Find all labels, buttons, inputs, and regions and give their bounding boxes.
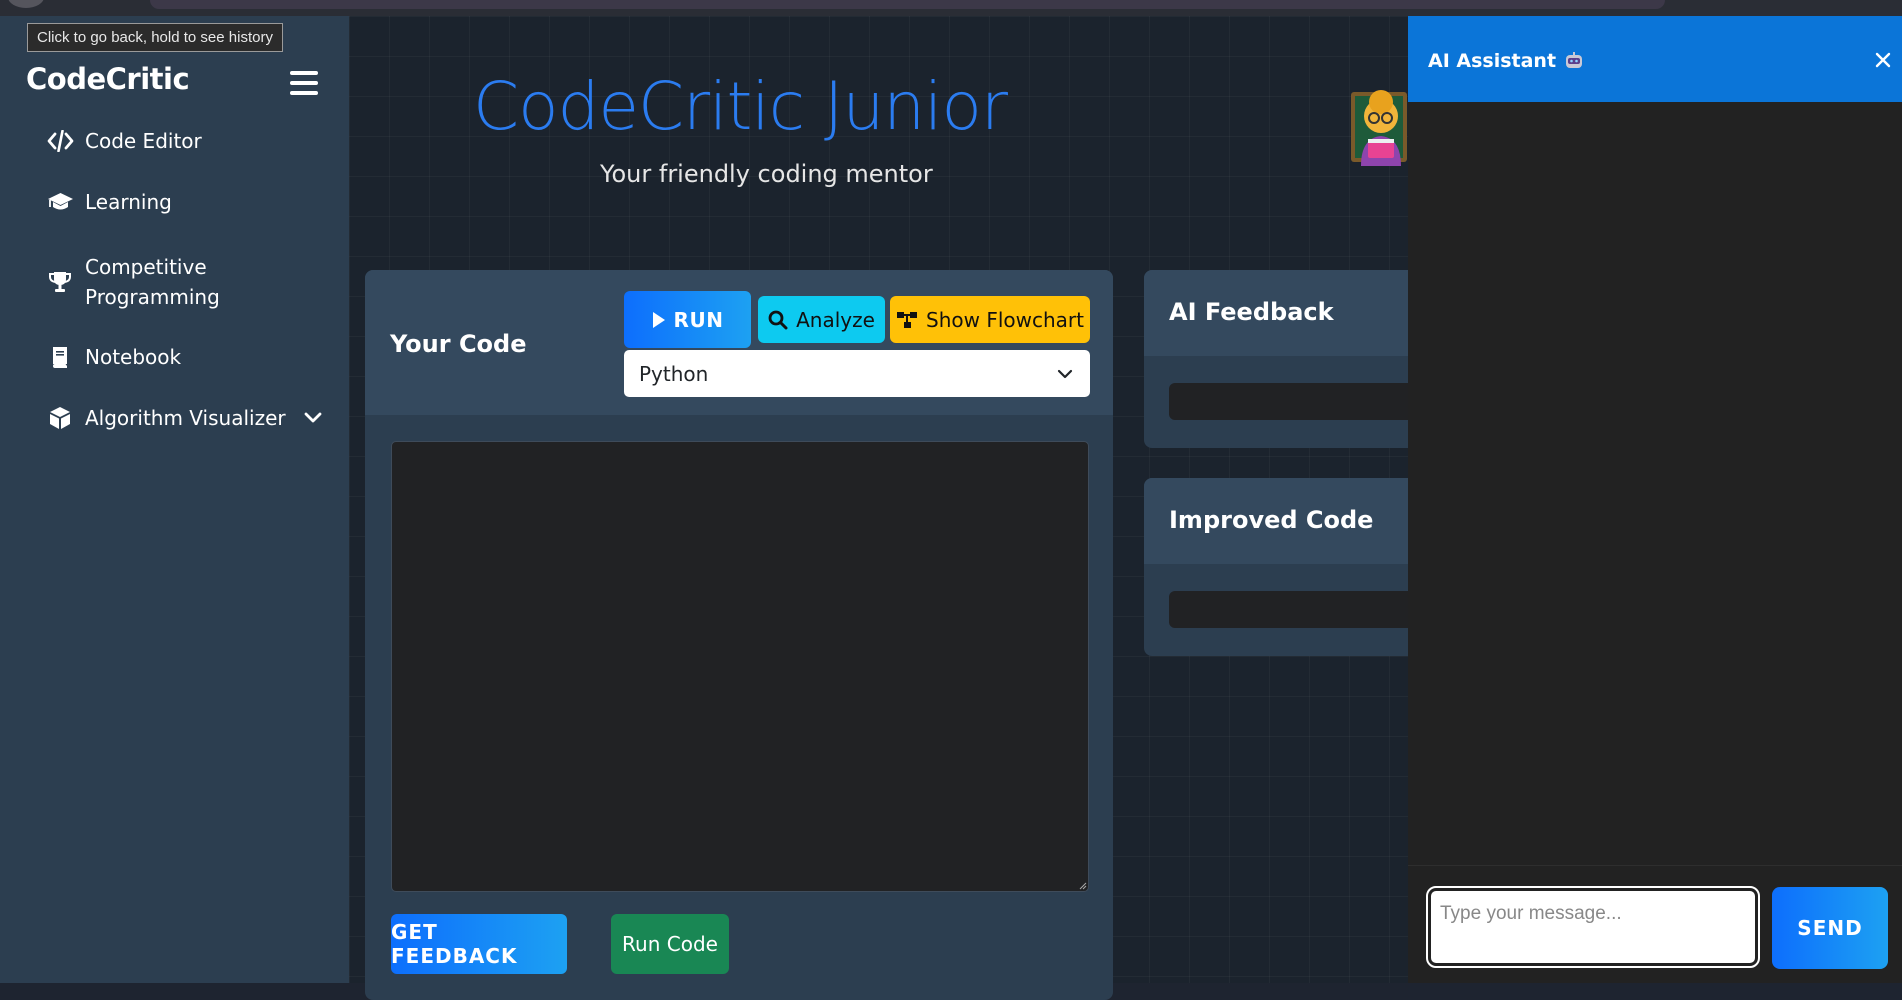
run-code-button[interactable]: Run Code xyxy=(611,914,729,974)
chevron-down-icon xyxy=(1057,369,1073,378)
analyze-button[interactable]: Analyze xyxy=(758,296,885,343)
improved-code-title: Improved Code xyxy=(1169,506,1374,534)
ai-feedback-card: AI Feedback xyxy=(1144,270,1444,448)
sidebar-item-label: Notebook xyxy=(85,345,182,369)
chat-messages xyxy=(1408,102,1902,865)
browser-address-bar[interactable] xyxy=(150,0,1665,9)
sidebar-item-label: Learning xyxy=(85,190,172,214)
ai-assistant-title-text: AI Assistant xyxy=(1428,50,1557,72)
browser-toolbar xyxy=(0,0,1902,16)
sidebar-item-code-editor[interactable]: Code Editor xyxy=(46,126,202,156)
code-textarea[interactable] xyxy=(391,441,1089,892)
trophy-icon xyxy=(46,270,74,294)
language-select[interactable]: Python xyxy=(624,350,1090,397)
page-subtitle: Your friendly coding mentor xyxy=(600,160,933,188)
graduation-cap-icon xyxy=(46,192,74,212)
sitemap-icon xyxy=(897,311,918,328)
ai-feedback-header: AI Feedback xyxy=(1144,270,1444,356)
improved-code-card: Improved Code xyxy=(1144,478,1444,656)
sidebar-item-label: Code Editor xyxy=(85,129,202,153)
chat-input-bar: SEND xyxy=(1408,865,1902,984)
ai-feedback-output xyxy=(1169,383,1444,420)
browser-back-button[interactable] xyxy=(8,0,44,8)
analyze-button-label: Analyze xyxy=(796,307,875,332)
run-button-label: RUN xyxy=(673,307,724,332)
sidebar-item-algorithm-visualizer[interactable]: Algorithm Visualizer xyxy=(46,403,322,433)
back-button-tooltip: Click to go back, hold to see history xyxy=(27,23,283,52)
ai-assistant-title: AI Assistant xyxy=(1428,50,1584,72)
ai-feedback-title: AI Feedback xyxy=(1169,298,1334,326)
brand-logo[interactable]: CodeCritic xyxy=(26,62,190,96)
show-flowchart-label: Show Flowchart xyxy=(926,307,1084,332)
chat-message-input[interactable] xyxy=(1426,886,1760,968)
chevron-down-icon[interactable] xyxy=(304,412,322,424)
code-editor-title: Your Code xyxy=(390,330,527,358)
robot-icon xyxy=(1566,52,1583,68)
search-icon xyxy=(768,310,788,329)
play-icon xyxy=(652,311,665,328)
show-flowchart-button[interactable]: Show Flowchart xyxy=(890,296,1090,343)
run-button[interactable]: RUN xyxy=(624,291,751,348)
sidebar-item-label: Algorithm Visualizer xyxy=(85,406,286,430)
send-button[interactable]: SEND xyxy=(1772,887,1888,969)
get-feedback-button[interactable]: GET FEEDBACK xyxy=(391,914,567,974)
ai-assistant-panel: AI Assistant SEND xyxy=(1408,16,1902,983)
sidebar-item-learning[interactable]: Learning xyxy=(46,187,172,217)
sidebar-item-notebook[interactable]: Notebook xyxy=(46,342,181,372)
book-icon xyxy=(46,345,74,369)
ai-assistant-header: AI Assistant xyxy=(1408,16,1902,102)
sidebar: CodeCritic Code Editor Learning Competit… xyxy=(0,16,349,983)
sidebar-item-competitive-programming[interactable]: Competitive Programming xyxy=(46,252,235,312)
close-icon[interactable] xyxy=(1875,52,1891,68)
cube-icon xyxy=(46,406,74,430)
improved-code-output xyxy=(1169,591,1444,628)
teacher-emoji xyxy=(1351,86,1407,166)
improved-code-header: Improved Code xyxy=(1144,478,1444,564)
page-title: CodeCritic Junior xyxy=(473,68,1008,145)
sidebar-item-label: Competitive Programming xyxy=(85,255,220,309)
hamburger-menu-icon[interactable] xyxy=(290,71,318,95)
code-icon xyxy=(46,130,74,152)
language-select-value: Python xyxy=(639,361,709,386)
code-editor-card: Your Code RUN Analyze Show Flowchart Pyt… xyxy=(365,270,1113,1000)
